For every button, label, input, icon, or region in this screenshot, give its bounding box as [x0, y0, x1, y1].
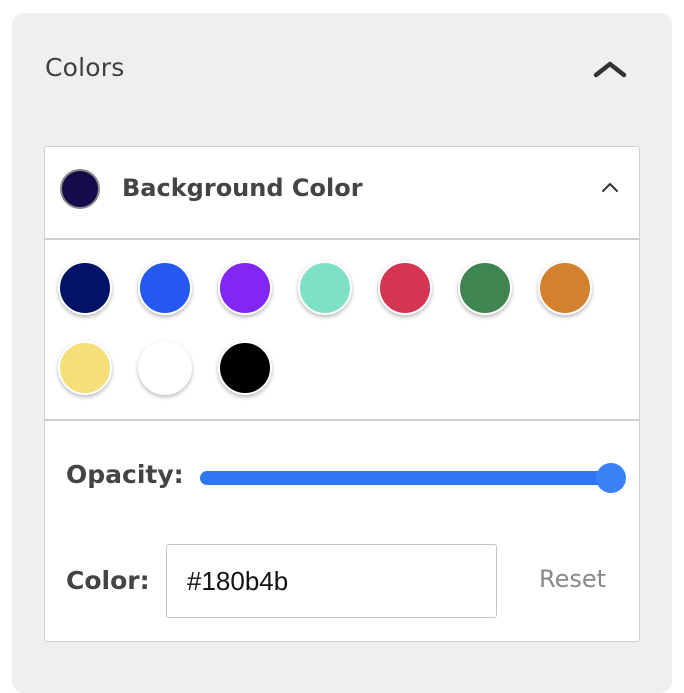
panel-title: Colors: [45, 53, 125, 82]
color-hex-input[interactable]: [166, 544, 497, 618]
color-swatch[interactable]: [298, 261, 352, 315]
color-label: Color:: [66, 566, 150, 595]
background-color-title: Background Color: [122, 174, 363, 202]
color-swatch[interactable]: [378, 261, 432, 315]
current-color-swatch: [60, 169, 100, 209]
opacity-slider[interactable]: [200, 471, 610, 485]
divider: [45, 238, 639, 240]
color-swatch[interactable]: [58, 341, 112, 395]
color-swatch[interactable]: [218, 261, 272, 315]
color-swatch[interactable]: [58, 261, 112, 315]
opacity-slider-thumb[interactable]: [596, 463, 626, 493]
collapse-chevron-icon[interactable]: [590, 55, 630, 83]
color-swatch[interactable]: [138, 341, 192, 395]
color-swatch[interactable]: [538, 261, 592, 315]
color-swatch[interactable]: [458, 261, 512, 315]
background-color-card: Background Color Opacity: Color: Reset: [44, 146, 640, 642]
chevron-up-icon[interactable]: [598, 175, 622, 199]
reset-button[interactable]: Reset: [539, 565, 606, 593]
divider: [45, 419, 639, 421]
colors-panel: Colors Background Color Opacity: Color: …: [12, 13, 672, 693]
color-swatch[interactable]: [218, 341, 272, 395]
opacity-label: Opacity:: [66, 460, 184, 489]
background-color-header[interactable]: Background Color: [45, 147, 639, 238]
color-swatch[interactable]: [138, 261, 192, 315]
